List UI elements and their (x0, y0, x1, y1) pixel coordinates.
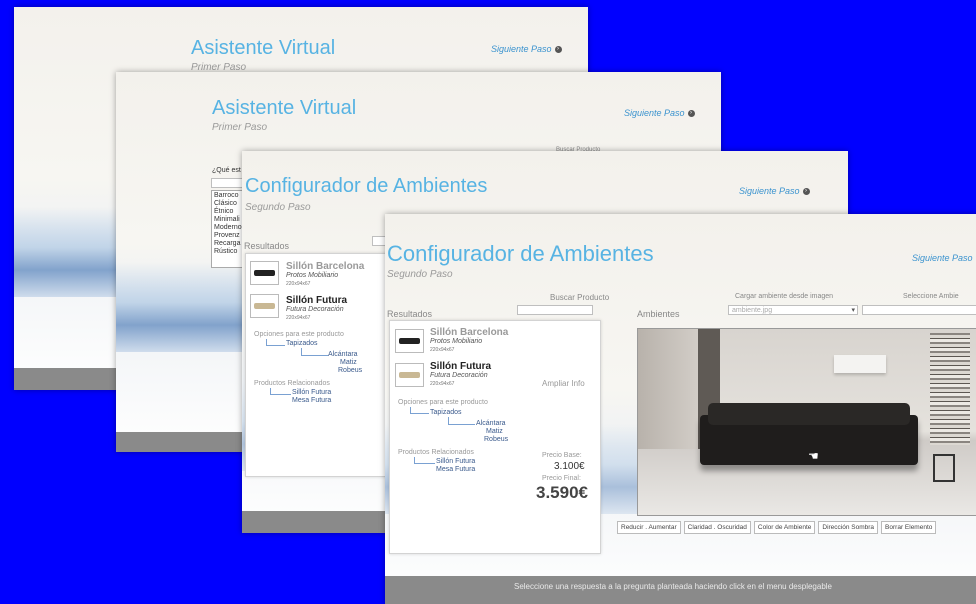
product-name[interactable]: Sillón Barcelona (286, 261, 364, 272)
window-configurador-2: Configurador de Ambientes Segundo Paso S… (385, 214, 976, 604)
results-panel: Sillón Barcelona Protos Mobiliario 220x9… (389, 320, 601, 554)
tree-connector (410, 407, 429, 414)
next-step-link[interactable]: Siguiente Paso (912, 253, 973, 263)
load-ambient-value: ambiente.jpg (732, 307, 773, 314)
next-step-label: Siguiente Paso (912, 253, 973, 263)
next-step-link[interactable]: Siguiente Paso › (739, 186, 810, 196)
tree-connector (414, 457, 435, 464)
page-subtitle: Primer Paso (212, 122, 268, 133)
next-step-link[interactable]: Siguiente Paso › (491, 44, 562, 54)
page-title: Configurador de Ambientes (387, 241, 654, 266)
wall-panel (638, 329, 698, 449)
resize-button[interactable]: Reducir . Aumentar (617, 521, 681, 534)
related-heading: Productos Relacionados (398, 449, 474, 456)
options-heading: Opciones para este producto (254, 331, 344, 338)
page-title: Configurador de Ambientes (245, 175, 488, 197)
product-name[interactable]: Sillón Futura (430, 361, 491, 372)
footer-hint: Seleccione una respuesta a la pregunta p… (513, 582, 832, 591)
tree-connector (266, 339, 285, 346)
page-title: Asistente Virtual (191, 37, 336, 59)
side-table (933, 454, 955, 482)
page-subtitle: Segundo Paso (245, 202, 311, 213)
material-option[interactable]: Matiz (486, 428, 503, 435)
select-ambient-field[interactable] (862, 305, 976, 315)
circle-arrow-icon: › (554, 45, 562, 53)
product-code: 220x94x67 (430, 347, 455, 353)
related-heading: Productos Relacionados (254, 380, 330, 387)
tree-connector (270, 388, 291, 395)
related-item[interactable]: Sillón Futura (292, 389, 331, 396)
related-item[interactable]: Mesa Futura (292, 397, 331, 404)
product-name[interactable]: Sillón Futura (286, 295, 347, 306)
load-ambient-label: Cargar ambiente desde imagen (735, 293, 834, 300)
circle-arrow-icon: › (802, 187, 810, 195)
option-tapizados[interactable]: Tapizados (286, 340, 318, 347)
circle-arrow-icon: › (687, 109, 695, 117)
base-price-label: Precio Base: (542, 452, 582, 459)
footer-bar: Seleccione una respuesta a la pregunta p… (385, 576, 976, 604)
results-label: Resultados (244, 241, 290, 251)
material-option[interactable]: Robeus (338, 367, 362, 374)
search-product-label: Buscar Producto (550, 293, 610, 302)
product-brand: Protos Mobiliario (286, 272, 339, 279)
product-brand: Futura Decoración (430, 372, 488, 379)
product-thumbnail[interactable] (395, 363, 424, 387)
results-label: Resultados (387, 309, 433, 319)
page-title: Asistente Virtual (212, 97, 357, 119)
product-brand: Futura Decoración (286, 306, 344, 313)
more-info-link[interactable]: Ampliar Info (542, 379, 585, 388)
ambient-preview[interactable]: ☚ (637, 328, 976, 516)
question-label: ¿Qué est (212, 167, 241, 174)
load-ambient-field[interactable]: ambiente.jpg ▾ (728, 305, 858, 315)
material-option[interactable]: Alcántara (476, 420, 506, 427)
brightness-button[interactable]: Claridad . Oscuridad (683, 521, 751, 534)
material-option[interactable]: Alcántara (328, 351, 358, 358)
results-panel: Sillón Barcelona Protos Mobiliario 220x9… (245, 253, 388, 477)
next-step-label: Siguiente Paso (739, 186, 800, 196)
next-step-link[interactable]: Siguiente Paso › (624, 108, 695, 118)
hand-cursor-icon: ☚ (808, 449, 819, 463)
select-ambient-label: Seleccione Ambie (903, 293, 959, 300)
product-name[interactable]: Sillón Barcelona (430, 327, 508, 338)
related-item[interactable]: Sillón Futura (436, 458, 475, 465)
book-stack (930, 333, 970, 445)
wall-shelf (834, 355, 886, 373)
delete-element-button[interactable]: Borrar Elemento (881, 521, 937, 534)
base-price-value: 3.100€ (554, 461, 585, 472)
page-subtitle: Segundo Paso (387, 269, 453, 280)
options-heading: Opciones para este producto (398, 399, 488, 406)
search-input[interactable] (517, 305, 593, 315)
product-thumbnail[interactable] (250, 294, 279, 318)
tree-connector (301, 348, 328, 356)
search-input[interactable] (372, 236, 386, 246)
next-step-label: Siguiente Paso (624, 108, 685, 118)
ambientes-label: Ambientes (637, 309, 680, 319)
material-option[interactable]: Robeus (484, 436, 508, 443)
ambient-toolbar: Reducir . Aumentar Claridad . Oscuridad … (617, 521, 937, 534)
product-code: 220x94x67 (430, 381, 455, 387)
final-price-label: Precio Final: (542, 475, 581, 482)
final-price-value: 3.590€ (536, 483, 588, 502)
sofa-back (708, 403, 910, 425)
chevron-down-icon[interactable]: ▾ (851, 306, 855, 315)
shadow-direction-button[interactable]: Dirección Sombra (818, 521, 879, 534)
product-brand: Protos Mobiliario (430, 338, 483, 345)
material-option[interactable]: Matiz (340, 359, 357, 366)
tree-connector (448, 417, 475, 425)
product-code: 220x94x67 (286, 315, 311, 321)
related-item[interactable]: Mesa Futura (436, 466, 475, 473)
product-thumbnail[interactable] (395, 329, 424, 353)
next-step-label: Siguiente Paso (491, 44, 552, 54)
product-thumbnail[interactable] (250, 261, 279, 285)
ambient-color-button[interactable]: Color de Ambiente (753, 521, 816, 534)
product-code: 220x94x67 (286, 281, 311, 287)
option-tapizados[interactable]: Tapizados (430, 409, 462, 416)
